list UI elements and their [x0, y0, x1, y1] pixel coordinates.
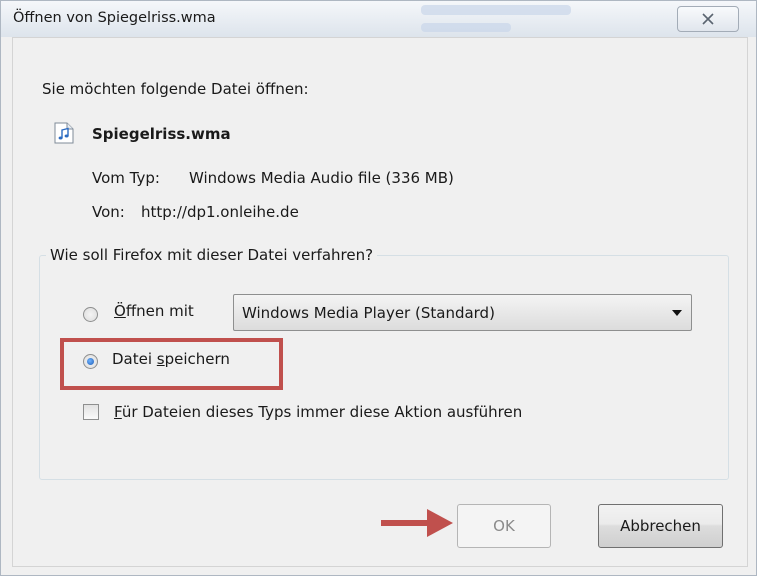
- open-with-accel: Ö: [114, 302, 126, 320]
- ok-button[interactable]: OK: [457, 504, 551, 548]
- file-type-label: Vom Typ:: [92, 169, 160, 187]
- title-bar: Öffnen von Spiegelriss.wma: [1, 1, 756, 37]
- close-icon: [702, 13, 714, 25]
- file-name: Spiegelriss.wma: [92, 125, 231, 143]
- close-button[interactable]: [677, 6, 739, 32]
- download-dialog: Öffnen von Spiegelriss.wma Sie möchten f…: [0, 0, 757, 576]
- open-with-text: ffnen mit: [125, 302, 194, 320]
- chevron-down-icon[interactable]: [672, 310, 682, 316]
- application-select[interactable]: Windows Media Player (Standard): [233, 294, 692, 331]
- intro-text: Sie möchten folgende Datei öffnen:: [42, 80, 309, 98]
- file-source-value: http://dp1.onleihe.de: [141, 203, 299, 221]
- action-question: Wie soll Firefox mit dieser Datei verfah…: [46, 246, 378, 264]
- always-action-text: ür Dateien dieses Typs immer diese Aktio…: [121, 403, 523, 421]
- file-source-label: Von:: [92, 203, 125, 221]
- background-blur: [421, 5, 571, 15]
- application-select-value: Windows Media Player (Standard): [242, 304, 495, 322]
- open-with-radio[interactable]: [83, 307, 98, 322]
- audio-file-icon: [54, 122, 74, 144]
- open-with-label[interactable]: Öffnen mit: [114, 302, 194, 320]
- arrow-annotation-icon: [381, 509, 453, 537]
- highlight-box: [60, 338, 283, 390]
- window-title: Öffnen von Spiegelriss.wma: [13, 10, 216, 26]
- background-blur: [421, 23, 511, 32]
- cancel-button[interactable]: Abbrechen: [598, 504, 723, 548]
- always-action-label[interactable]: Für Dateien dieses Typs immer diese Akti…: [114, 403, 522, 421]
- file-type-value: Windows Media Audio file (336 MB): [189, 169, 454, 187]
- always-action-accel: F: [114, 403, 122, 421]
- always-action-checkbox[interactable]: [83, 404, 99, 420]
